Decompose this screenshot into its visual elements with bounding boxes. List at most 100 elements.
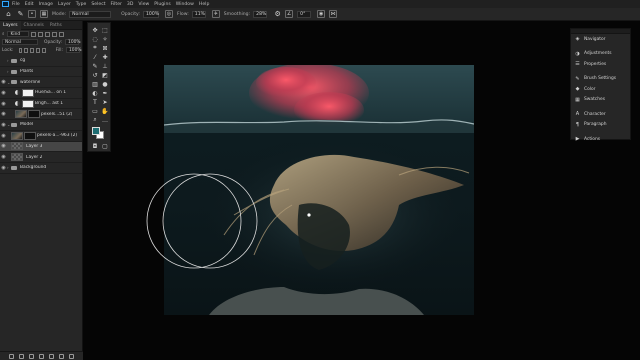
layer-mask-thumbnail[interactable] bbox=[22, 99, 34, 108]
new-adjustment-icon[interactable] bbox=[39, 353, 44, 359]
move-tool-icon[interactable]: ✥ bbox=[91, 26, 99, 34]
angle-icon[interactable]: ∠ bbox=[285, 10, 294, 18]
layer-style-icon[interactable] bbox=[19, 353, 24, 359]
menu-edit[interactable]: Edit bbox=[25, 2, 34, 7]
layer-mask-thumbnail[interactable] bbox=[22, 88, 34, 97]
opacity-field[interactable]: 100% bbox=[142, 10, 159, 18]
menu-window[interactable]: Window bbox=[176, 2, 194, 7]
panel-paragraph[interactable]: ¶ Paragraph bbox=[571, 120, 630, 131]
eyedropper-tool-icon[interactable]: ⁄ bbox=[91, 53, 99, 61]
new-group-icon[interactable] bbox=[49, 353, 54, 359]
layer-thumbnail[interactable] bbox=[11, 142, 23, 151]
type-tool-icon[interactable]: T bbox=[91, 98, 99, 106]
menu-plugins[interactable]: Plugins bbox=[154, 2, 170, 7]
eye-icon[interactable]: ◉ bbox=[0, 79, 7, 85]
menu-3d[interactable]: 3D bbox=[127, 2, 133, 7]
lock-pixels-icon[interactable] bbox=[18, 47, 23, 53]
foreground-color-swatch[interactable] bbox=[92, 127, 100, 135]
frame-tool-icon[interactable]: ⊠ bbox=[101, 44, 109, 52]
zoom-tool-icon[interactable]: ⌕ bbox=[91, 116, 99, 124]
menu-image[interactable]: Image bbox=[39, 2, 53, 7]
pressure-opacity-icon[interactable]: ◎ bbox=[164, 10, 173, 18]
angle-field[interactable]: 0° bbox=[297, 10, 312, 18]
eye-icon[interactable]: ◉ bbox=[0, 90, 7, 96]
healing-brush-tool-icon[interactable]: ✚ bbox=[101, 53, 109, 61]
layer-thumbnail[interactable] bbox=[11, 153, 23, 162]
link-layers-icon[interactable] bbox=[9, 353, 14, 359]
layer-row-model[interactable]: ◉ ⌄ Model bbox=[0, 120, 82, 131]
layer-row-layer-2[interactable]: ◉ Layer 2 bbox=[0, 152, 82, 163]
lock-all-icon[interactable] bbox=[41, 47, 46, 53]
layer-row-plants[interactable]: › Plants bbox=[0, 67, 82, 78]
brush-settings-toggle-icon[interactable]: ▦ bbox=[40, 10, 48, 18]
more-tools-icon[interactable]: … bbox=[101, 116, 109, 124]
trash-icon[interactable] bbox=[69, 353, 74, 359]
layer-row-hue-saturation[interactable]: ◉ Hue/Sa... on 1 bbox=[0, 88, 82, 99]
eye-icon[interactable]: ◉ bbox=[0, 122, 7, 128]
lock-move-icon[interactable] bbox=[30, 47, 34, 53]
filter-smart-icon[interactable] bbox=[59, 31, 65, 37]
panel-brush-settings[interactable]: ✎ Brush Settings bbox=[571, 74, 630, 85]
brush-preset-picker[interactable]: • bbox=[28, 10, 36, 18]
quick-mask-icon[interactable]: ◘ bbox=[91, 142, 99, 150]
layer-row-pexels-waterline[interactable]: ◉ pexels...51 (2) bbox=[0, 109, 82, 121]
menu-help[interactable]: Help bbox=[199, 2, 209, 7]
screen-mode-icon[interactable]: ▢ bbox=[101, 142, 109, 150]
layer-row-layer-3[interactable]: ◉ Layer 3 bbox=[0, 141, 82, 153]
panel-swatches[interactable]: ▦ Swatches bbox=[571, 95, 630, 106]
history-brush-tool-icon[interactable]: ↺ bbox=[91, 71, 99, 79]
blend-mode-select[interactable]: Normal bbox=[2, 39, 38, 45]
layer-row-pexels-model[interactable]: ◉ pexels-a...-963 (2) bbox=[0, 131, 82, 142]
airbrush-icon[interactable]: ✈ bbox=[211, 10, 220, 18]
layer-opacity-field[interactable]: 100% bbox=[65, 39, 81, 45]
pressure-size-icon[interactable]: ◉ bbox=[317, 10, 326, 18]
shape-tool-icon[interactable]: ▭ bbox=[91, 107, 99, 115]
new-layer-icon[interactable] bbox=[59, 353, 64, 359]
flow-field[interactable]: 11% bbox=[191, 10, 206, 18]
eye-icon[interactable]: ◉ bbox=[0, 101, 7, 107]
hand-tool-icon[interactable]: ✋ bbox=[101, 107, 109, 115]
eye-icon[interactable]: ◉ bbox=[0, 133, 7, 139]
layer-row-waterline[interactable]: ◉ ⌄ waterline bbox=[0, 77, 82, 89]
panel-color[interactable]: ◆ Color bbox=[571, 84, 630, 95]
panel-actions[interactable]: ▶ Actions bbox=[571, 134, 630, 145]
add-mask-icon[interactable] bbox=[29, 353, 34, 359]
layer-thumbnail[interactable] bbox=[15, 110, 27, 119]
smoothing-field[interactable]: 28% bbox=[253, 10, 268, 18]
filter-type-icon[interactable] bbox=[45, 31, 51, 37]
pen-tool-icon[interactable]: ✒ bbox=[101, 89, 109, 97]
lock-artboard-icon[interactable] bbox=[35, 47, 40, 53]
eraser-tool-icon[interactable]: ◩ bbox=[101, 71, 109, 79]
layer-row-brightness-contrast[interactable]: ◉ Brigh... ast 1 bbox=[0, 99, 82, 110]
mode-select[interactable]: Normal bbox=[69, 10, 112, 18]
symmetry-icon[interactable]: ⋈ bbox=[329, 10, 338, 18]
eye-icon[interactable]: ◉ bbox=[0, 165, 7, 171]
layer-row-background[interactable]: ◉ › Background bbox=[0, 163, 82, 174]
panel-character[interactable]: A Character bbox=[571, 109, 630, 120]
crop-tool-icon[interactable]: ⌗ bbox=[91, 44, 99, 52]
filter-pixel-icon[interactable] bbox=[31, 31, 37, 37]
menu-select[interactable]: Select bbox=[91, 2, 105, 7]
eye-icon[interactable]: ◉ bbox=[0, 154, 7, 160]
layer-row-cg[interactable]: › cg bbox=[0, 56, 82, 67]
marquee-tool-icon[interactable]: ⬚ bbox=[101, 26, 109, 34]
filter-shape-icon[interactable] bbox=[52, 31, 58, 37]
eye-icon[interactable]: ◉ bbox=[0, 143, 7, 149]
clone-stamp-tool-icon[interactable]: ⊥ bbox=[101, 62, 109, 70]
smoothing-gear-icon[interactable]: ⚙ bbox=[273, 10, 282, 19]
menu-view[interactable]: View bbox=[138, 2, 149, 7]
panel-navigator[interactable]: ◈ Navigator bbox=[571, 34, 630, 45]
lock-paint-icon[interactable] bbox=[24, 47, 29, 53]
tab-layers[interactable]: Layers bbox=[0, 20, 21, 30]
tab-channels[interactable]: Channels bbox=[21, 21, 47, 30]
panel-adjustments[interactable]: ◑ Adjustments bbox=[571, 49, 630, 60]
photoshop-logo-icon[interactable] bbox=[2, 1, 9, 7]
gradient-tool-icon[interactable]: ▥ bbox=[91, 80, 99, 88]
quick-select-tool-icon[interactable]: ✧ bbox=[101, 35, 109, 43]
kind-filter-select[interactable]: Kind bbox=[7, 31, 30, 37]
dodge-tool-icon[interactable]: ◐ bbox=[91, 89, 99, 97]
lasso-tool-icon[interactable]: ◌ bbox=[91, 35, 99, 43]
menu-type[interactable]: Type bbox=[76, 2, 87, 7]
eye-icon[interactable]: ◉ bbox=[0, 111, 7, 117]
layer-mask-thumbnail[interactable] bbox=[24, 131, 36, 140]
